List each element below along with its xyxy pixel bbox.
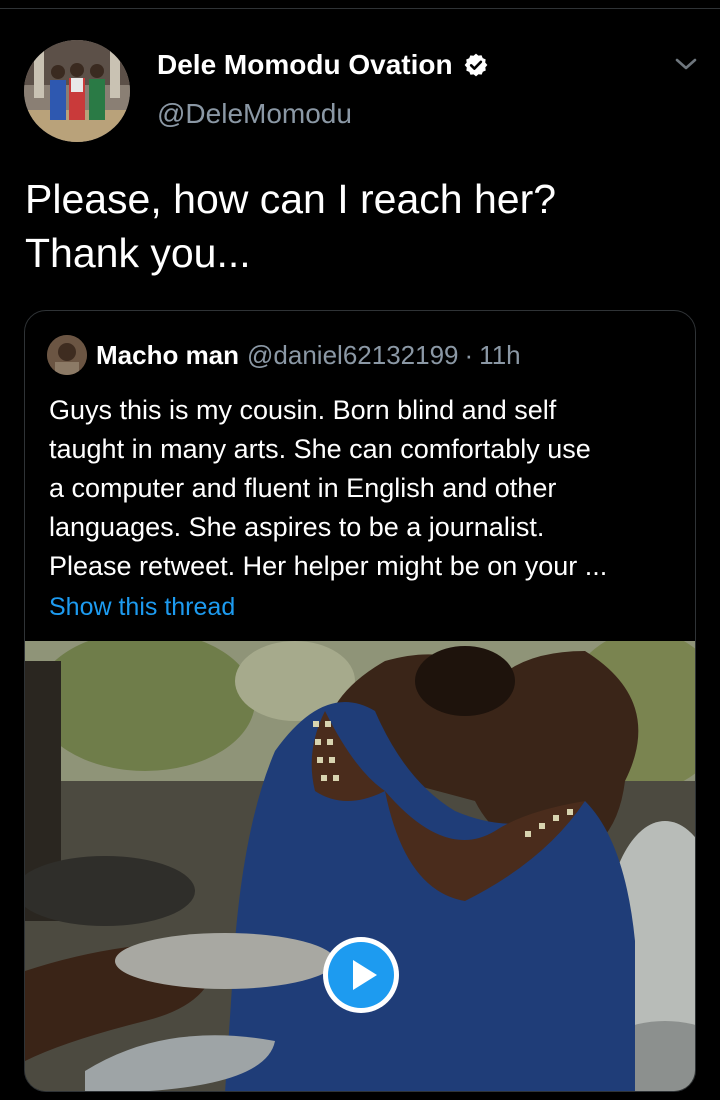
quoted-text-line: Please retweet. Her helper might be on y…: [49, 551, 608, 581]
show-thread-link[interactable]: Show this thread: [49, 590, 235, 624]
chevron-down-icon[interactable]: [671, 52, 701, 76]
author-handle[interactable]: @DeleMomodu: [157, 96, 352, 132]
quoted-text-line: a computer and fluent in English and oth…: [49, 473, 557, 503]
quoted-text-line: Guys this is my cousin. Born blind and s…: [49, 395, 557, 425]
separator-dot: ·: [464, 340, 474, 370]
quoted-author-handle[interactable]: @daniel62132199: [247, 338, 458, 372]
quoted-text-line: taught in many arts. She can comfortably…: [49, 434, 591, 464]
quoted-author-avatar[interactable]: [47, 335, 87, 375]
tweet-text-line: Thank you...: [25, 230, 251, 276]
quoted-tweet-card[interactable]: Macho man @daniel62132199 · 11h Guys thi…: [24, 310, 696, 1092]
quoted-tweet-time[interactable]: 11h: [479, 338, 520, 372]
quoted-tweet-text: Guys this is my cousin. Born blind and s…: [49, 391, 679, 586]
quoted-tweet-header: Macho man @daniel62132199 · 11h: [47, 335, 521, 375]
quoted-author-name[interactable]: Macho man: [96, 338, 239, 372]
author-name-text[interactable]: Dele Momodu Ovation: [157, 47, 453, 83]
verified-badge-icon: [463, 52, 489, 78]
tweet-text: Please, how can I reach her? Thank you..…: [25, 172, 695, 280]
quoted-text-line: languages. She aspires to be a journalis…: [49, 512, 545, 542]
tweet-text-line: Please, how can I reach her?: [25, 176, 557, 222]
top-divider: [0, 0, 720, 9]
video-thumbnail[interactable]: [25, 641, 695, 1091]
author-display-name[interactable]: Dele Momodu Ovation: [157, 47, 489, 83]
author-avatar[interactable]: [24, 40, 130, 142]
play-icon[interactable]: [321, 935, 401, 1015]
